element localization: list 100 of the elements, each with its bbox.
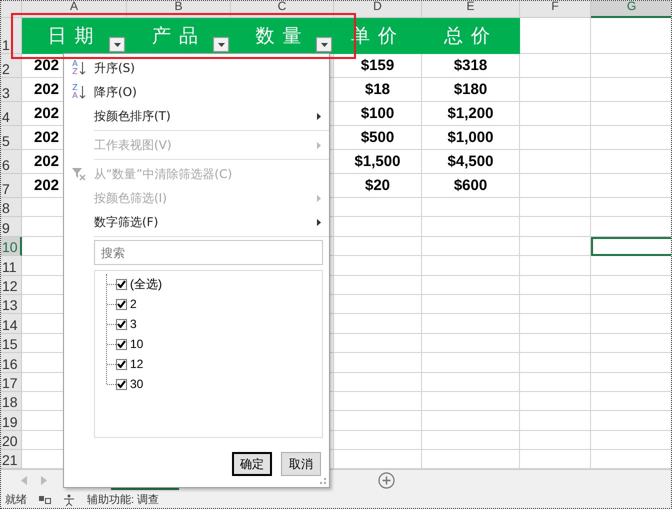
empty-cell[interactable] (520, 102, 591, 126)
empty-cell[interactable] (520, 217, 591, 237)
checkbox[interactable] (116, 278, 127, 290)
empty-cell[interactable] (422, 372, 520, 392)
empty-cell[interactable] (334, 430, 422, 450)
row-header[interactable]: 18 (1, 392, 22, 412)
empty-cell[interactable] (334, 217, 422, 237)
row-header[interactable]: 17 (1, 372, 22, 392)
row-header[interactable]: 7 (1, 174, 22, 198)
caret-icon (218, 42, 224, 46)
empty-cell[interactable] (334, 353, 422, 373)
row-header[interactable]: 15 (1, 334, 22, 354)
checkbox[interactable] (116, 318, 127, 330)
empty-cell[interactable] (334, 411, 422, 431)
row-header[interactable]: 1 (1, 18, 22, 54)
filter-dropdown-button[interactable] (316, 37, 332, 52)
value-label[interactable]: 30 (130, 377, 144, 391)
row-header[interactable]: 2 (1, 54, 22, 78)
empty-cell[interactable] (520, 174, 591, 198)
empty-cell[interactable] (422, 217, 520, 237)
row-header[interactable]: 13 (1, 294, 22, 314)
empty-cell[interactable] (520, 126, 591, 150)
filter-dropdown-button[interactable] (109, 37, 125, 52)
empty-cell[interactable] (422, 276, 520, 295)
empty-cell[interactable] (334, 392, 422, 412)
value-label[interactable]: (全选) (130, 276, 162, 292)
empty-cell[interactable] (334, 334, 422, 354)
row-header[interactable]: 9 (1, 217, 22, 237)
empty-cell[interactable] (520, 256, 591, 276)
menu-item[interactable]: 数字筛选(F) (64, 210, 329, 234)
table-cell: $500 (334, 126, 422, 150)
row-header[interactable]: 11 (1, 256, 22, 276)
empty-cell[interactable] (520, 78, 591, 102)
empty-cell[interactable] (520, 392, 591, 412)
empty-cell[interactable] (422, 314, 520, 334)
row-header[interactable]: 14 (1, 314, 22, 334)
empty-cell[interactable] (422, 198, 520, 218)
status-text[interactable]: 辅助功能: 调查 (87, 492, 160, 507)
empty-cell[interactable] (520, 372, 591, 392)
row-header[interactable]: 3 (1, 78, 22, 102)
scroll-left-icon[interactable] (21, 476, 27, 485)
row-header[interactable]: 16 (1, 353, 22, 373)
selected-cell[interactable] (591, 236, 671, 256)
scroll-right-icon[interactable] (41, 476, 47, 485)
row-header[interactable]: 4 (1, 102, 22, 126)
row-header[interactable]: 20 (1, 430, 22, 450)
empty-cell[interactable] (422, 430, 520, 450)
empty-cell[interactable] (520, 198, 591, 218)
accessibility-icon[interactable] (63, 494, 75, 506)
column-header[interactable]: F (520, 1, 591, 18)
empty-cell[interactable] (334, 236, 422, 256)
filter-dropdown-button[interactable] (213, 37, 229, 52)
empty-cell[interactable] (520, 430, 591, 450)
empty-cell[interactable] (520, 411, 591, 431)
row-header[interactable]: 8 (1, 198, 22, 218)
value-label[interactable]: 2 (130, 297, 137, 311)
empty-cell[interactable] (334, 198, 422, 218)
select-all-corner[interactable] (1, 1, 22, 18)
empty-cell[interactable] (422, 256, 520, 276)
empty-cell[interactable] (520, 276, 591, 295)
empty-cell[interactable] (520, 353, 591, 373)
column-header[interactable]: E (422, 1, 520, 18)
empty-cell[interactable] (422, 353, 520, 373)
search-field[interactable]: 搜索 (94, 240, 323, 265)
row-header[interactable]: 6 (1, 150, 22, 174)
empty-cell[interactable] (422, 236, 520, 256)
empty-cell[interactable] (520, 294, 591, 314)
row-header[interactable]: 12 (1, 276, 22, 295)
empty-cell[interactable] (422, 334, 520, 354)
cancel-button[interactable]: 取消 (281, 452, 321, 476)
empty-cell[interactable] (334, 256, 422, 276)
row-header[interactable]: 19 (1, 411, 22, 431)
empty-cell[interactable] (422, 411, 520, 431)
ok-button[interactable]: 确定 (232, 452, 272, 476)
value-label[interactable]: 3 (130, 317, 137, 331)
empty-cell[interactable] (422, 392, 520, 412)
empty-cell[interactable] (520, 334, 591, 354)
add-sheet-icon[interactable] (378, 472, 395, 489)
empty-cell[interactable] (520, 314, 591, 334)
row-header[interactable]: 5 (1, 126, 22, 150)
row-header[interactable]: 10 (1, 236, 22, 256)
empty-cell[interactable] (334, 314, 422, 334)
empty-cell[interactable] (520, 236, 591, 256)
empty-cell[interactable] (334, 276, 422, 295)
macro-icon[interactable] (39, 494, 51, 504)
checkbox[interactable] (116, 338, 127, 350)
column-header[interactable]: D (334, 1, 422, 18)
value-label[interactable]: 12 (130, 357, 144, 371)
empty-cell[interactable] (520, 54, 591, 78)
empty-cell[interactable] (520, 150, 591, 174)
row-header[interactable]: 21 (1, 450, 22, 469)
resize-grip-icon[interactable] (320, 478, 326, 484)
empty-cell[interactable] (334, 294, 422, 314)
value-label[interactable]: 10 (130, 337, 144, 351)
checkbox[interactable] (116, 358, 127, 370)
empty-cell[interactable] (334, 372, 422, 392)
column-header[interactable]: G (591, 1, 671, 18)
checkbox[interactable] (116, 378, 127, 390)
empty-cell[interactable] (422, 294, 520, 314)
checkbox[interactable] (116, 298, 127, 310)
